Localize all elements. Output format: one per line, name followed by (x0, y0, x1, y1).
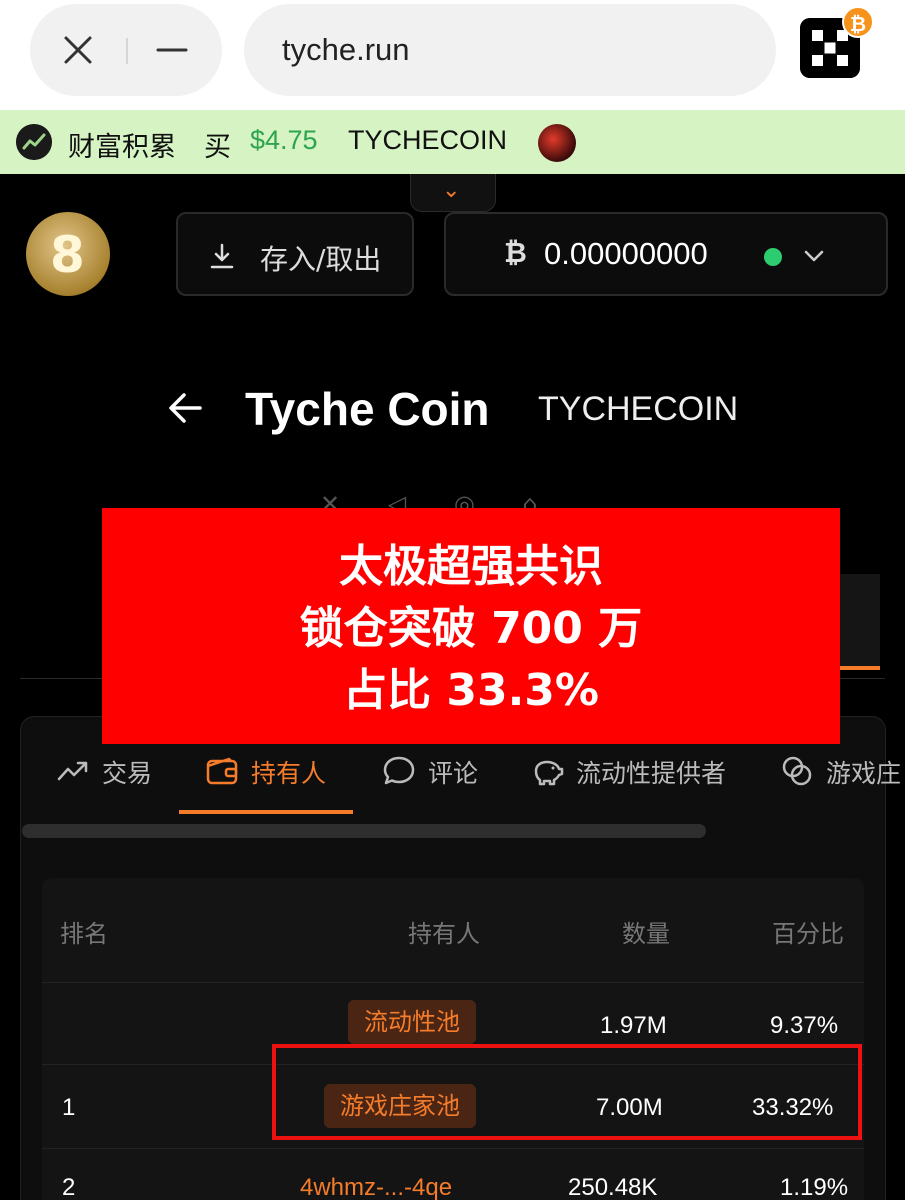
deposit-withdraw-button[interactable]: 存入/取出 (176, 212, 414, 296)
address-bar[interactable]: tyche.run (244, 4, 776, 96)
deposit-label: 存入/取出 (260, 243, 382, 276)
site-logo[interactable]: 8 (26, 212, 110, 296)
browser-toolbar: tyche.run ₿ (0, 0, 905, 110)
section-tabs: 交易 持有人 评论 流动性提供者 游戏庄 (30, 740, 901, 816)
rank-cell: 1 (62, 1094, 76, 1121)
amount-cell: 250.48K (568, 1174, 658, 1200)
column-header-percent: 百分比 (772, 920, 844, 948)
piggy-bank-icon (534, 760, 564, 786)
status-dot-icon (764, 248, 782, 266)
ticker-label: 财富积累 (68, 132, 176, 162)
download-icon (210, 243, 234, 269)
banner-line-3: 占比 33.3% (343, 665, 599, 716)
bitcoin-icon: ₿ (504, 236, 527, 269)
highlight-annotation (272, 1044, 862, 1140)
column-header-rank: 排名 (60, 920, 108, 948)
column-header-holder: 持有人 (408, 920, 480, 948)
banner-line-1: 太极超强共识 (339, 541, 603, 592)
divider (126, 38, 128, 64)
banner-line-2: 锁仓突破 700 万 (299, 603, 643, 654)
rank-cell: 2 (62, 1174, 76, 1200)
holder-address-link[interactable]: 4whmz-...-4qe (300, 1174, 452, 1200)
tab-label: 评论 (428, 759, 479, 788)
tab-label: 游戏庄 (826, 759, 902, 788)
ticker-action: 买 (204, 132, 231, 162)
amount-cell: 1.97M (600, 1012, 667, 1039)
token-symbol: TYCHECOIN (538, 390, 739, 428)
logo-glyph: 8 (50, 226, 85, 284)
token-avatar-icon (538, 124, 576, 162)
minimize-icon[interactable] (154, 32, 190, 68)
back-arrow-icon[interactable] (166, 388, 206, 428)
close-icon[interactable] (60, 32, 96, 68)
horizontal-scrollbar[interactable] (22, 824, 706, 838)
url-text: tyche.run (282, 32, 410, 67)
percent-cell: 1.19% (780, 1174, 849, 1200)
price-ticker[interactable]: 财富积累 买 $4.75 TYCHECOIN (0, 110, 905, 174)
chevron-down-icon: ⌄ (442, 178, 461, 203)
balance-amount: 0.00000000 (544, 236, 708, 271)
tab-label: 交易 (102, 759, 153, 788)
promo-banner: 太极超强共识 锁仓突破 700 万 占比 33.3% (102, 508, 840, 744)
balance-selector[interactable]: ₿ 0.00000000 (444, 212, 888, 296)
column-header-amount: 数量 (622, 920, 670, 948)
tab-background (840, 574, 880, 666)
holders-table: 排名 持有人 数量 百分比 流动性池 1.97M 9.37% 1 游戏庄家池 7… (42, 878, 864, 1200)
bitcoin-badge-icon: ₿ (842, 6, 874, 38)
coins-icon (782, 756, 812, 786)
row-divider (42, 1148, 864, 1149)
expand-drawer-button[interactable]: ⌄ (410, 174, 496, 212)
row-divider (42, 982, 864, 983)
window-controls (30, 4, 222, 96)
ticker-symbol: TYCHECOIN (348, 125, 508, 155)
chevron-down-icon (804, 250, 824, 262)
active-tab-indicator (840, 666, 880, 670)
ticker-price: $4.75 (250, 125, 318, 155)
holder-tag[interactable]: 流动性池 (348, 1000, 476, 1044)
percent-cell: 9.37% (770, 1012, 839, 1039)
comment-icon (383, 756, 415, 785)
wallet-icon (206, 757, 238, 785)
trending-up-icon (57, 761, 88, 781)
active-tab-underline (179, 810, 353, 814)
token-name: Tyche Coin (245, 383, 490, 435)
tab-label: 流动性提供者 (576, 759, 727, 788)
chart-trend-icon (16, 124, 52, 160)
tab-label: 持有人 (251, 759, 327, 788)
